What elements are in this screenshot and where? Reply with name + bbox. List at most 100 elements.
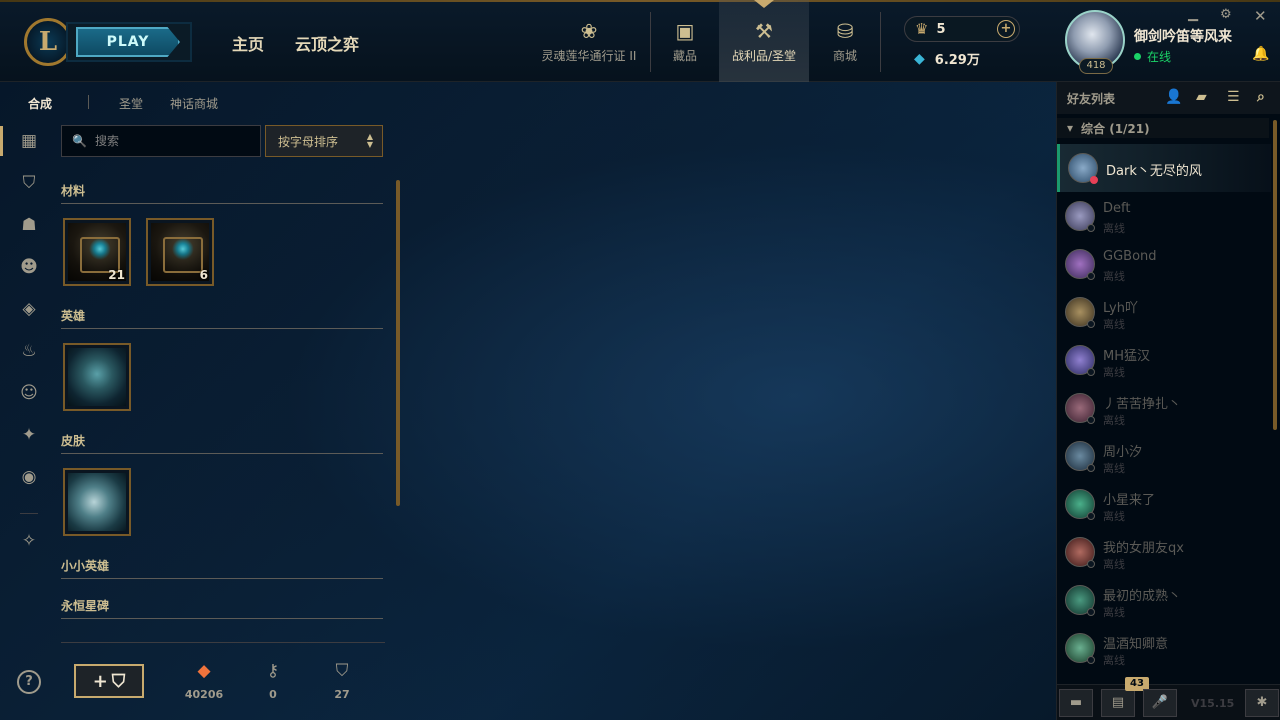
search-input[interactable] [94, 134, 245, 148]
nav-battle-pass[interactable]: ❀ 灵魂莲华通行证 II [540, 0, 638, 82]
friend-status: 离线 [1103, 222, 1125, 235]
loot-item-masterwork-chest[interactable]: 6 [146, 218, 214, 286]
craft-chest-button[interactable]: + ⛉ [74, 664, 144, 698]
tab-sanctum[interactable]: 圣堂 [119, 95, 143, 112]
chest-filter-icon[interactable]: ⛉ [18, 172, 40, 194]
list-view-icon[interactable]: ☰ [1227, 89, 1240, 105]
rp-balance[interactable]: ♛ 5 + [904, 16, 1020, 42]
summoner-name[interactable]: 御剑吟笛等风来 [1134, 26, 1232, 46]
chevron-down-icon: ▾ [1067, 121, 1074, 135]
add-friend-icon[interactable]: 👤 [1165, 89, 1182, 105]
little-legend-icon[interactable]: ✦ [18, 424, 40, 446]
settings-gear-icon[interactable]: ⚙ [1220, 7, 1232, 22]
section-skins: 皮肤 [61, 432, 383, 454]
item-count: 6 [199, 268, 208, 282]
status-dot-icon [1087, 464, 1095, 472]
friend-row[interactable]: Deft 离线 [1057, 192, 1271, 240]
friend-row[interactable]: 我的女朋友qx 离线 [1057, 528, 1271, 576]
nav-collection[interactable]: ▣ 藏品 [651, 0, 719, 82]
loot-list-divider [61, 642, 385, 643]
loot-item-skin-shard[interactable] [63, 468, 131, 536]
section-eternals: 永恒星碑 [61, 597, 383, 619]
chest-icon: ⛉ [335, 661, 349, 681]
nav-loot-label: 战利品/圣堂 [731, 48, 797, 63]
nav-tft[interactable]: 云顶之弈 [295, 31, 359, 55]
help-icon[interactable]: ? [17, 670, 41, 694]
report-bug-icon[interactable]: ✱ [1245, 689, 1279, 717]
item-count: 21 [108, 268, 125, 282]
friend-row[interactable]: 温酒知卿意 离线 [1057, 624, 1271, 672]
friend-row[interactable]: 丿苦苦挣扎丶 离线 [1057, 384, 1271, 432]
close-icon[interactable]: ✕ [1254, 7, 1267, 25]
nav-home[interactable]: 主页 [232, 31, 264, 55]
search-icon: 🔍 [72, 134, 87, 148]
status-dot-icon [1087, 560, 1095, 568]
friend-row[interactable]: Lyh吖 离线 [1057, 288, 1271, 336]
tab-crafting[interactable]: 合成 [28, 95, 52, 112]
chat-bubble-icon[interactable]: ▬ [1059, 689, 1093, 717]
friend-group-header[interactable]: ▾ 综合 (1/21) [1057, 118, 1269, 138]
chat-history-icon[interactable]: ▤ [1101, 689, 1135, 717]
minimize-icon[interactable]: ▁ [1188, 7, 1198, 22]
friend-row[interactable]: 最初的成熟丶 离线 [1057, 576, 1271, 624]
nav-battle-pass-label: 灵魂莲华通行证 II [541, 48, 637, 63]
loot-list-scrollbar[interactable] [396, 180, 400, 506]
nav-divider [880, 12, 881, 72]
skin-mask-icon[interactable]: ☻ [18, 256, 40, 278]
friend-row[interactable]: MH猛汉 离线 [1057, 336, 1271, 384]
skin-splash-image [68, 473, 126, 531]
play-button-label[interactable]: PLAY [76, 27, 180, 57]
friend-row[interactable]: 小星来了 离线 [1057, 480, 1271, 528]
friends-panel: 好友列表 👤 ▰ ☰ ⌕ ▾ 综合 (1/21) Dark丶无尽的风 Deft … [1056, 82, 1280, 720]
store-coins-icon: ⛁ [836, 18, 854, 43]
friend-name: 温酒知卿意 [1103, 637, 1169, 652]
nav-store-label: 商城 [832, 48, 857, 63]
friend-group-label: 综合 (1/21) [1081, 121, 1150, 136]
sort-dropdown[interactable]: 按字母排序 ▲ ▼ [265, 125, 383, 157]
friend-row[interactable]: 周小汐 离线 [1057, 432, 1271, 480]
resource-key-fragments: ⚷ 0 [243, 660, 303, 701]
ward-icon[interactable]: ◈ [18, 298, 40, 320]
friend-name: GGBond [1103, 249, 1157, 264]
friend-name: MH猛汉 [1103, 349, 1150, 364]
champion-helmet-icon[interactable]: ☗ [18, 214, 40, 236]
friends-title: 好友列表 [1067, 91, 1116, 106]
friend-status: 离线 [1103, 462, 1125, 475]
emote-face-icon[interactable]: ☺ [18, 382, 40, 404]
section-little-legends: 小小英雄 [61, 557, 383, 579]
loot-item-hextech-chest[interactable]: 21 [63, 218, 131, 286]
microphone-icon[interactable]: 🎤 [1143, 689, 1177, 717]
blue-essence-value: 6.29万 [934, 53, 980, 68]
icon-portrait-icon[interactable]: ◉ [18, 466, 40, 488]
emote-flame-icon[interactable]: ♨ [18, 340, 40, 362]
status-dot-icon [1134, 53, 1141, 60]
search-box[interactable]: 🔍 [61, 125, 261, 157]
orange-essence-icon: ◆ [197, 661, 211, 681]
buy-rp-plus-icon[interactable]: + [997, 20, 1015, 38]
chest-icon: ⛉ [111, 670, 126, 692]
friend-status: 离线 [1103, 606, 1125, 619]
section-champions: 英雄 [61, 307, 383, 329]
nav-store[interactable]: ⛁ 商城 [810, 0, 880, 82]
friend-status: 离线 [1103, 558, 1125, 571]
play-button[interactable]: PLAY [66, 22, 192, 62]
nav-loot[interactable]: ⚒ 战利品/圣堂 [719, 0, 809, 82]
friend-row[interactable]: Dark丶无尽的风 [1057, 144, 1271, 192]
resource-orange-essence: ◆ 40206 [174, 660, 234, 701]
tab-mythic-shop[interactable]: 神话商城 [170, 95, 218, 112]
friend-name: Lyh吖 [1103, 301, 1138, 316]
friend-name: Dark丶无尽的风 [1106, 164, 1202, 179]
nav-collection-label: 藏品 [672, 48, 697, 63]
add-folder-icon[interactable]: ▰ [1196, 89, 1207, 105]
friend-status: 离线 [1103, 366, 1125, 379]
all-loot-grid-icon[interactable]: ▦ [18, 130, 40, 152]
summoner-status[interactable]: 在线 [1134, 48, 1171, 65]
friend-status: 离线 [1103, 318, 1125, 331]
loot-item-champion-shard[interactable] [63, 343, 131, 411]
notification-bell-icon[interactable]: 🔔 [1252, 46, 1269, 62]
friend-row[interactable]: GGBond 离线 [1057, 240, 1271, 288]
friend-search-icon[interactable]: ⌕ [1257, 89, 1265, 105]
eternals-icon[interactable]: ✧ [18, 530, 40, 552]
league-logo-icon[interactable]: L [24, 18, 72, 66]
friends-scrollbar[interactable] [1273, 120, 1277, 430]
